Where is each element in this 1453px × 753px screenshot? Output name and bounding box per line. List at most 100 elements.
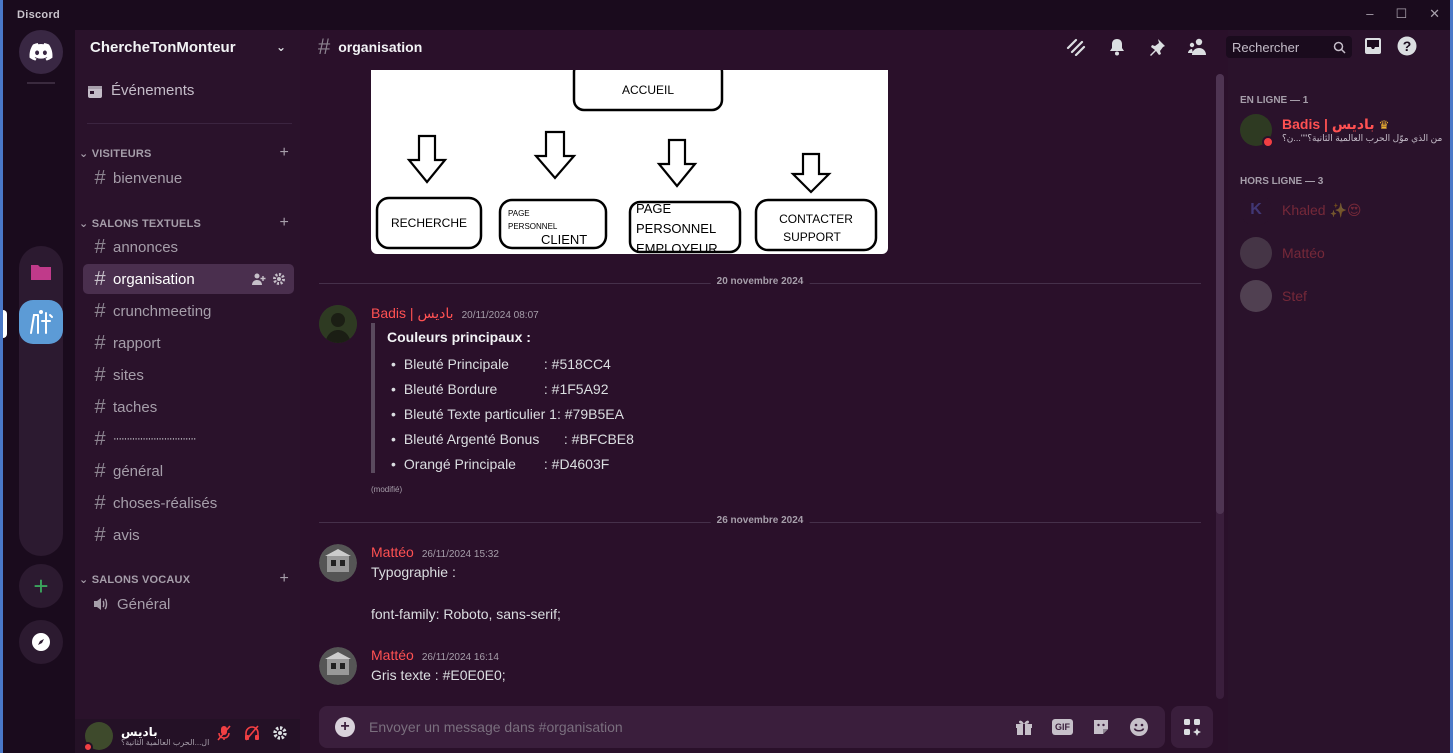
gear-icon[interactable] [272, 272, 286, 286]
avatar[interactable] [83, 722, 113, 752]
minimize-icon[interactable]: – [1366, 6, 1373, 22]
edited-label: (modifié) [371, 485, 403, 494]
message-header: Mattéo 26/11/2024 15:32 [371, 544, 499, 560]
member-item[interactable]: Mattéo [1240, 237, 1325, 269]
discover-button[interactable] [19, 620, 63, 664]
channel-general[interactable]: # général [83, 456, 294, 486]
members-icon[interactable] [1188, 38, 1208, 56]
server-rail: + [3, 30, 75, 753]
events-item[interactable]: Événements [87, 82, 194, 99]
category-salons-vocaux[interactable]: ⌄ SALONS VOCAUX + [79, 570, 289, 588]
box-label: ACCUEIL [622, 83, 674, 97]
user-panel: باديس ال...الحرب العالمية الثانية؟ [75, 719, 300, 753]
avatar[interactable] [319, 647, 357, 685]
category-visiteurs[interactable]: ⌄ VISITEURS + [79, 144, 289, 162]
box-label: RECHERCHE [391, 216, 467, 230]
channel-rapport[interactable]: # rapport [83, 328, 294, 358]
add-channel-icon[interactable]: + [279, 570, 289, 588]
message-author[interactable]: Badis | باديس [371, 305, 454, 322]
message-timestamp: 20/11/2024 08:07 [461, 310, 539, 321]
channel-label: organisation [113, 270, 195, 288]
arrow-down-icon [533, 130, 577, 180]
hash-icon: # [94, 523, 106, 546]
compass-icon [32, 633, 50, 651]
channel-dotted-separator[interactable]: # ······························· [83, 424, 294, 454]
sticker-icon[interactable] [1091, 717, 1111, 737]
hash-icon: # [94, 166, 106, 189]
image-attachment[interactable]: ACCUEIL RECHERCHE PAGE PERSONNEL CLIENT … [371, 70, 888, 254]
message-text: Typographie : [371, 564, 456, 580]
arrow-down-icon [656, 138, 698, 188]
channel-annonces[interactable]: # annonces [83, 232, 294, 262]
rail-separator [27, 82, 55, 84]
member-item[interactable]: Stef [1240, 280, 1307, 312]
search-input[interactable] [1232, 39, 1328, 55]
channel-sites[interactable]: # sites [83, 360, 294, 390]
channel-organisation[interactable]: # organisation [83, 264, 294, 294]
active-server-pill [3, 310, 7, 338]
arrow-down-icon [790, 152, 832, 194]
channel-label: choses-réalisés [113, 494, 218, 512]
folder-icon [31, 265, 51, 280]
channel-crunchmeeting[interactable]: # crunchmeeting [83, 296, 294, 326]
voice-channel-general[interactable]: Général [83, 589, 294, 619]
headphones-muted-icon[interactable] [244, 725, 260, 741]
add-attachment-button[interactable]: + [335, 717, 355, 737]
hash-icon: # [94, 427, 106, 450]
message-text: Gris texte : #E0E0E0; [371, 667, 506, 683]
gift-icon[interactable] [1014, 717, 1034, 737]
threads-icon[interactable] [1066, 38, 1086, 56]
channel-choses-realises[interactable]: # choses-réalisés [83, 488, 294, 518]
close-icon[interactable]: ✕ [1429, 6, 1440, 22]
maximize-icon[interactable]: ☐ [1395, 6, 1407, 22]
hash-icon: # [94, 267, 106, 290]
member-item[interactable]: K Khaled ✨😍 [1240, 194, 1362, 226]
hash-icon: # [318, 34, 331, 59]
mic-muted-icon[interactable] [216, 725, 232, 741]
channel-label: sites [113, 366, 144, 384]
list-item: Bleuté Argenté Bonus: #BFCBE8 [387, 426, 651, 451]
invite-icon[interactable] [252, 272, 266, 286]
channel-taches[interactable]: # taches [83, 392, 294, 422]
message-header: Mattéo 26/11/2024 16:14 [371, 647, 499, 663]
server-cherchetonmonteur[interactable] [19, 300, 63, 344]
avatar[interactable] [319, 305, 357, 343]
emoji-icon[interactable] [1129, 717, 1149, 737]
speaker-icon [94, 598, 108, 610]
help-icon[interactable]: ? [1397, 36, 1417, 56]
member-item[interactable]: Badis | باديس ♛ من الذي موّل الحرب العال… [1240, 114, 1450, 148]
category-label: ⌄ SALONS VOCAUX [79, 573, 191, 586]
server-name: ChercheTonMonteur [90, 38, 236, 56]
category-salons-textuels[interactable]: ⌄ SALONS TEXTUELS + [79, 214, 289, 232]
add-server-button[interactable]: + [19, 564, 63, 608]
bell-icon[interactable] [1108, 38, 1126, 56]
channel-label: crunchmeeting [113, 302, 212, 320]
message-text: font-family: Roboto, sans-serif; [371, 606, 561, 622]
channel-bienvenue[interactable]: # bienvenue [83, 163, 294, 193]
channel-avis[interactable]: # avis [83, 520, 294, 550]
color-value: : #79B5EA [556, 405, 624, 422]
scrollbar-thumb[interactable] [1216, 74, 1224, 514]
apps-button[interactable] [1171, 706, 1213, 748]
search-box[interactable] [1226, 36, 1352, 58]
server-folder[interactable] [19, 250, 63, 294]
server-logo-icon [30, 310, 53, 334]
message-author[interactable]: Mattéo [371, 544, 414, 560]
hash-icon: # [94, 299, 106, 322]
pin-icon[interactable] [1148, 38, 1166, 56]
message-author[interactable]: Mattéo [371, 647, 414, 663]
date-divider-label: 26 novembre 2024 [710, 515, 810, 526]
calendar-icon [88, 85, 102, 98]
gif-button[interactable]: GIF [1052, 719, 1073, 735]
home-button[interactable] [19, 30, 63, 74]
add-channel-icon[interactable]: + [279, 144, 289, 162]
inbox-icon[interactable] [1363, 36, 1383, 56]
category-label: ⌄ SALONS TEXTUELS [79, 217, 202, 230]
gear-icon[interactable] [272, 725, 288, 741]
server-header[interactable]: ChercheTonMonteur ⌄ [75, 30, 300, 64]
arrow-down-icon [406, 134, 448, 184]
message-input[interactable] [369, 719, 1014, 735]
add-channel-icon[interactable]: + [279, 214, 289, 232]
color-name: Bleuté Principale [403, 355, 509, 372]
avatar[interactable] [319, 544, 357, 582]
